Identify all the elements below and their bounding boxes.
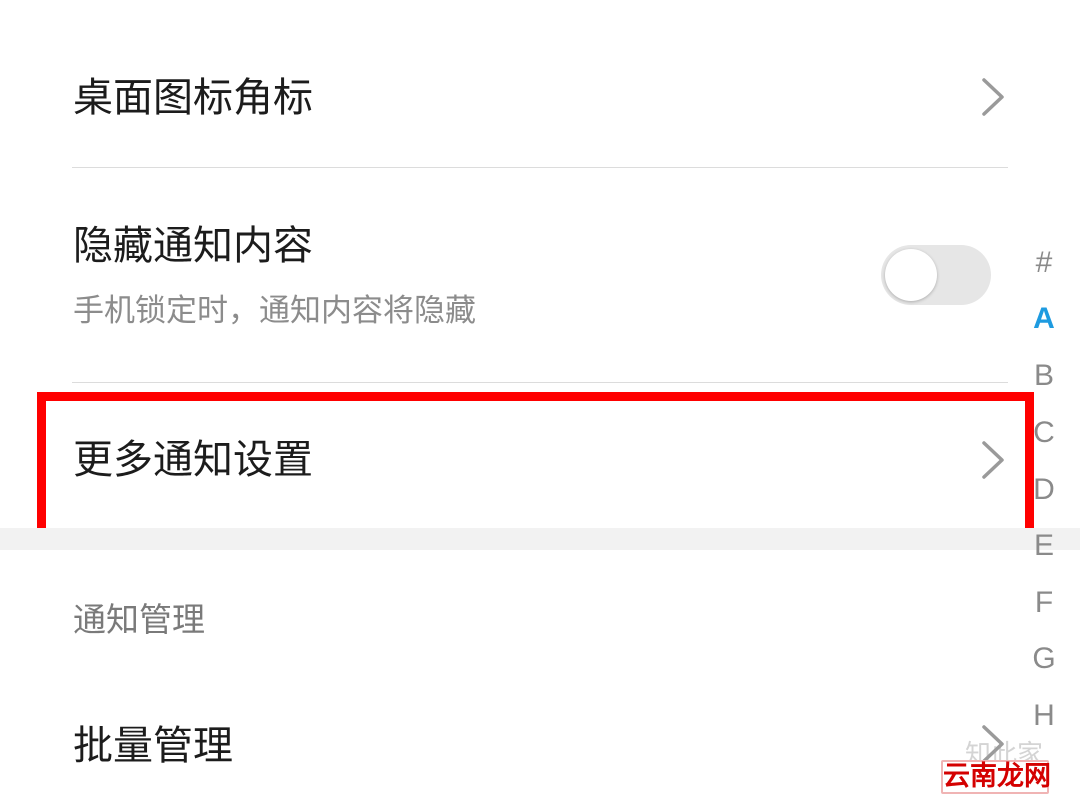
index-letter-c[interactable]: C (1020, 418, 1068, 448)
setting-row-hide-content-label: 隐藏通知内容 (73, 223, 313, 269)
setting-row-hide-content-description: 手机锁定时，通知内容将隐藏 (73, 293, 476, 329)
setting-row-more-settings[interactable]: 更多通知设置 (0, 383, 1080, 528)
chevron-right-icon (975, 75, 1009, 119)
index-letter-d[interactable]: D (1020, 475, 1068, 505)
index-letter-e[interactable]: E (1020, 531, 1068, 561)
index-letter-f[interactable]: F (1020, 588, 1068, 618)
index-letter-h[interactable]: H (1020, 701, 1068, 731)
section-header-notification-management: 通知管理 (73, 600, 205, 639)
index-letter-a[interactable]: A (1020, 304, 1068, 334)
setting-row-batch[interactable]: 批量管理 (0, 680, 1080, 805)
watermark-logo: 云南龙网 (941, 760, 1051, 794)
index-letter-hash[interactable]: # (1020, 248, 1068, 278)
setting-row-badge[interactable]: 桌面图标角标 (0, 0, 1080, 168)
index-letter-b[interactable]: B (1020, 361, 1068, 391)
section-separator (0, 528, 1080, 550)
setting-row-more-settings-label: 更多通知设置 (73, 437, 313, 483)
index-letter-g[interactable]: G (1020, 644, 1068, 674)
hide-content-toggle[interactable] (881, 245, 991, 305)
chevron-right-icon (975, 438, 1009, 482)
setting-row-batch-label: 批量管理 (73, 723, 233, 769)
toggle-knob (885, 249, 937, 301)
setting-row-badge-label: 桌面图标角标 (73, 75, 313, 121)
